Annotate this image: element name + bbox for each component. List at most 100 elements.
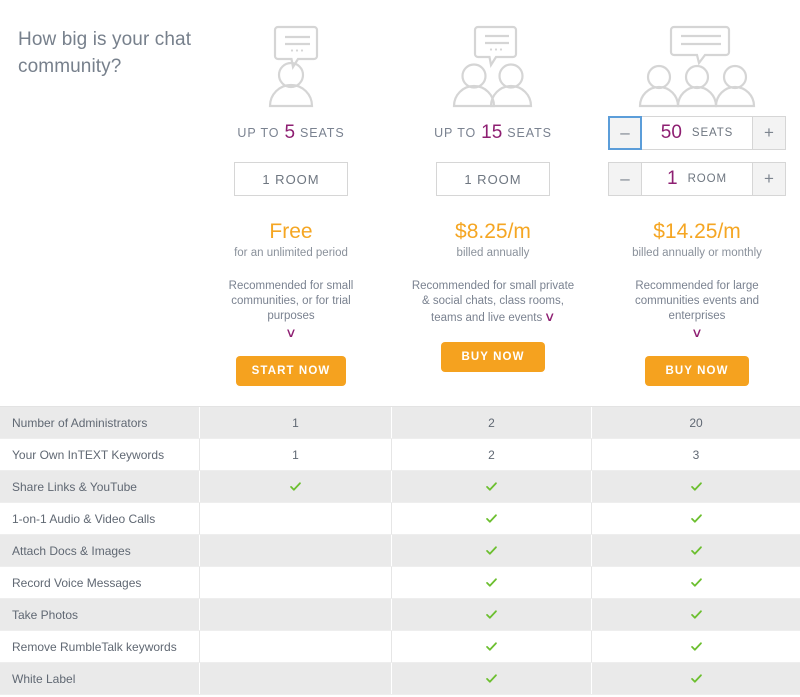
check-icon xyxy=(592,631,800,662)
plan-card-premium: – 50 SEATS + – 1 ROOM + $14.25/m billed … xyxy=(597,0,797,386)
check-icon xyxy=(392,599,592,630)
rooms-increment-button[interactable]: + xyxy=(752,162,786,196)
buy-now-button-premium[interactable]: BUY NOW xyxy=(645,356,749,386)
check-icon xyxy=(392,631,592,662)
seats-stepper: – 50 SEATS + xyxy=(608,116,786,150)
check-icon xyxy=(592,567,800,598)
table-row: Record Voice Messages xyxy=(0,567,800,599)
table-row: Your Own InTEXT Keywords123 xyxy=(0,439,800,471)
check-icon xyxy=(392,567,592,598)
feature-value: 2 xyxy=(392,439,592,470)
chevron-down-icon[interactable]: ∨ xyxy=(189,325,394,340)
price-block-free: Free for an unlimited period xyxy=(195,220,387,259)
price-terms: billed annually xyxy=(396,247,590,259)
feature-name: Your Own InTEXT Keywords xyxy=(0,439,200,470)
recommend-text-free: Recommended for small communities, or fo… xyxy=(195,279,387,340)
price-amount: $8.25/m xyxy=(396,220,590,244)
pricing-hero: How big is your chat community? UP TO 5 … xyxy=(0,0,800,396)
chevron-down-icon[interactable]: ∨ xyxy=(544,309,556,324)
feature-name: Number of Administrators xyxy=(0,407,200,438)
one-person-chat-icon xyxy=(195,0,387,112)
price-block-standard: $8.25/m billed annually xyxy=(396,220,590,259)
feature-name: Attach Docs & Images xyxy=(0,535,200,566)
rooms-decrement-button[interactable]: – xyxy=(608,162,642,196)
price-amount: Free xyxy=(195,220,387,244)
seats-label-standard: UP TO 15 SEATS xyxy=(396,112,590,154)
table-row: Take Photos xyxy=(0,599,800,631)
feature-value: 2 xyxy=(392,407,592,438)
price-block-premium: $14.25/m billed annually or monthly xyxy=(597,220,797,259)
check-icon xyxy=(592,535,800,566)
recommend-copy: Recommended for small communities, or fo… xyxy=(229,280,354,322)
check-icon xyxy=(392,503,592,534)
plan-card-standard: UP TO 15 SEATS 1 ROOM $8.25/m billed ann… xyxy=(396,0,590,372)
cta-row-free: START NOW xyxy=(195,356,387,386)
rooms-field[interactable]: 1 ROOM xyxy=(642,162,752,196)
rooms-row-free: 1 ROOM xyxy=(195,154,387,204)
seats-suffix: SEATS xyxy=(507,126,552,140)
seats-suffix: SEATS xyxy=(300,126,345,140)
start-now-button[interactable]: START NOW xyxy=(236,356,347,386)
seats-unit-label: SEATS xyxy=(692,127,733,139)
table-row: Attach Docs & Images xyxy=(0,535,800,567)
seats-value: 50 xyxy=(661,122,682,144)
cta-row-premium: BUY NOW xyxy=(597,356,797,386)
feature-value xyxy=(200,599,392,630)
seats-prefix: UP TO xyxy=(434,126,476,140)
check-icon xyxy=(392,471,592,502)
feature-value xyxy=(200,503,392,534)
rooms-box-free: 1 ROOM xyxy=(234,162,348,196)
check-icon xyxy=(392,535,592,566)
rooms-box-standard: 1 ROOM xyxy=(436,162,550,196)
table-row: Share Links & YouTube xyxy=(0,471,800,503)
feature-value xyxy=(200,663,392,694)
rooms-row-standard: 1 ROOM xyxy=(396,154,590,204)
plan-card-free: UP TO 5 SEATS 1 ROOM Free for an unlimit… xyxy=(195,0,387,386)
seats-prefix: UP TO xyxy=(237,126,279,140)
table-row: Remove RumbleTalk keywords xyxy=(0,631,800,663)
recommend-copy: Recommended for large communities events… xyxy=(635,280,759,322)
cta-row-standard: BUY NOW xyxy=(396,342,590,372)
seats-increment-button[interactable]: + xyxy=(752,116,786,150)
feature-name: 1-on-1 Audio & Video Calls xyxy=(0,503,200,534)
feature-value: 20 xyxy=(592,407,800,438)
rooms-unit-label: ROOM xyxy=(688,173,727,185)
page-title: How big is your chat community? xyxy=(18,26,203,80)
rooms-value: 1 xyxy=(667,168,678,190)
price-terms: for an unlimited period xyxy=(195,247,387,259)
check-icon xyxy=(592,471,800,502)
rooms-stepper: – 1 ROOM + xyxy=(608,162,786,196)
feature-name: Remove RumbleTalk keywords xyxy=(0,631,200,662)
seats-label-free: UP TO 5 SEATS xyxy=(195,112,387,154)
price-amount: $14.25/m xyxy=(597,220,797,244)
check-icon xyxy=(592,599,800,630)
two-people-chat-icon xyxy=(396,0,590,112)
feature-value xyxy=(200,535,392,566)
feature-value: 1 xyxy=(200,407,392,438)
feature-value: 1 xyxy=(200,439,392,470)
recommend-text-premium: Recommended for large communities events… xyxy=(597,279,797,340)
table-row: White Label xyxy=(0,663,800,695)
feature-value xyxy=(200,567,392,598)
check-icon xyxy=(592,663,800,694)
price-terms: billed annually or monthly xyxy=(597,247,797,259)
check-icon xyxy=(200,471,392,502)
feature-name: Take Photos xyxy=(0,599,200,630)
check-icon xyxy=(592,503,800,534)
feature-comparison-table: Number of Administrators1220Your Own InT… xyxy=(0,406,800,695)
recommend-text-standard: Recommended for small private & social c… xyxy=(396,279,590,326)
chevron-down-icon[interactable]: ∨ xyxy=(590,325,800,340)
seats-field[interactable]: 50 SEATS xyxy=(642,116,752,150)
check-icon xyxy=(392,663,592,694)
feature-value xyxy=(200,631,392,662)
seats-count: 5 xyxy=(284,122,295,144)
table-row: Number of Administrators1220 xyxy=(0,407,800,439)
table-row: 1-on-1 Audio & Video Calls xyxy=(0,503,800,535)
feature-name: Share Links & YouTube xyxy=(0,471,200,502)
seats-stepper-row: – 50 SEATS + xyxy=(597,112,797,154)
feature-name: White Label xyxy=(0,663,200,694)
buy-now-button-standard[interactable]: BUY NOW xyxy=(441,342,545,372)
rooms-stepper-row: – 1 ROOM + xyxy=(597,154,797,204)
feature-name: Record Voice Messages xyxy=(0,567,200,598)
seats-decrement-button[interactable]: – xyxy=(608,116,642,150)
